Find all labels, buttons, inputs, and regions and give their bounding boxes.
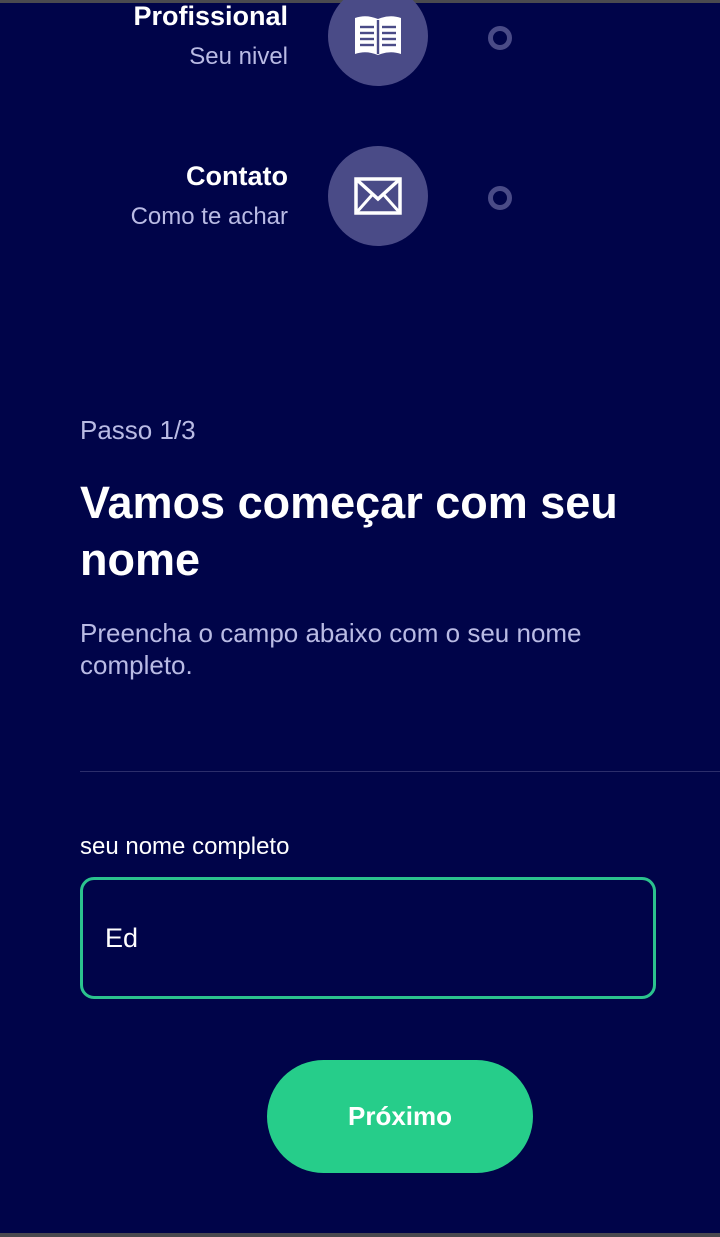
step-profissional: Profissional Seu nivel [0,0,720,86]
step-contato: Contato Como te achar [0,146,720,246]
next-button[interactable]: Próximo [267,1060,533,1173]
step-title: Profissional [133,1,288,31]
full-name-input[interactable] [80,877,656,999]
page-title: Vamos começar com seu nome [80,477,618,585]
nav-bar-edge [0,1233,720,1237]
divider [80,771,720,772]
book-icon [355,16,401,55]
step-text: Contato Como te achar [131,160,288,232]
step-status-dot [488,186,512,210]
step-title: Contato [186,161,288,191]
envelope-icon [354,177,402,215]
step-text: Profissional Seu nivel [133,0,288,72]
name-field-label: seu nome completo [80,833,290,860]
page-description: Preencha o campo abaixo com o seu nome c… [80,618,582,680]
step-icon-circle [328,146,428,246]
step-subtitle: Como te achar [130,203,288,230]
step-status-dot [488,26,512,50]
step-subtitle: Seu nivel [189,43,288,70]
step-indicator: Passo 1/3 [80,415,196,445]
step-icon-circle [328,0,428,86]
